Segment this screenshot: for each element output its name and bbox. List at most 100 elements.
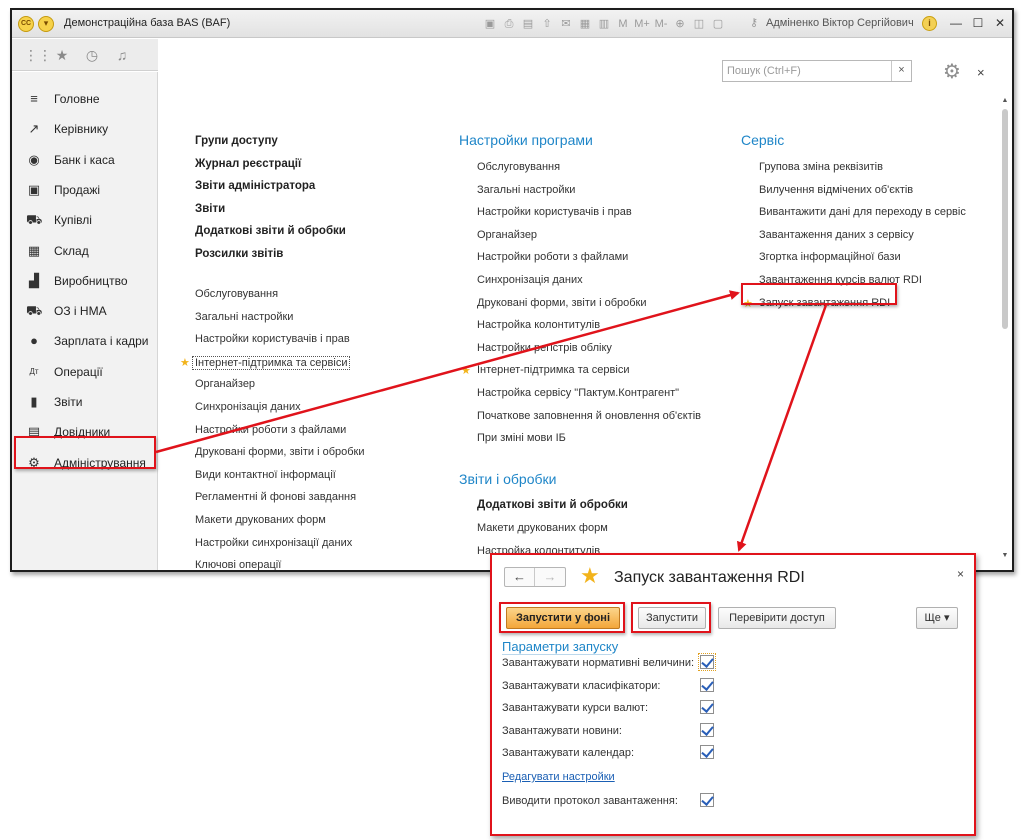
memory-minus-icon[interactable]: M- (653, 16, 669, 32)
link-item[interactable]: Групова зміна реквізитів (759, 161, 883, 173)
link-item[interactable]: Початкове заповнення й оновлення об'єкті… (477, 410, 701, 422)
link-item[interactable]: Настройки регістрів обліку (477, 342, 612, 354)
info-icon[interactable]: i (922, 16, 937, 31)
link-item[interactable]: Згортка інформаційної бази (759, 251, 901, 263)
link-item[interactable]: Ключові операції (195, 559, 281, 570)
favorite-star-icon[interactable]: ★ (580, 565, 600, 587)
maximize-icon[interactable]: ☐ (970, 15, 986, 31)
sidebar-item-salary-hr[interactable]: ● Зарплата і кадри (12, 326, 158, 356)
link-item[interactable]: Друковані форми, звіти і обробки (477, 297, 647, 309)
link-item[interactable]: Звіти (195, 203, 225, 215)
link-item[interactable]: Журнал реєстрації (195, 158, 301, 170)
scroll-thumb[interactable] (1002, 109, 1008, 329)
link-item[interactable]: Обслуговування (195, 288, 278, 300)
save-icon[interactable]: ▣ (482, 16, 498, 32)
sidebar-item-operations[interactable]: Дт Операції (12, 357, 158, 387)
main-menu-icon[interactable]: ▾ (38, 16, 54, 32)
window-close-icon[interactable]: ✕ (992, 15, 1008, 31)
calculator-icon[interactable]: ▦ (577, 16, 593, 32)
link-item[interactable]: При зміні мови ІБ (477, 432, 566, 444)
link-item[interactable]: Вилучення відмічених об'єктів (759, 184, 913, 196)
link-item[interactable]: Розсилки звітів (195, 248, 283, 260)
link-item[interactable]: Настройка сервісу "Пактум.Контрагент" (477, 387, 679, 399)
sidebar-item-warehouse[interactable]: ▦ Склад (12, 236, 158, 266)
history-icon[interactable]: ◷ (84, 47, 100, 63)
memory-m-icon[interactable]: M (615, 16, 631, 32)
scroll-down-icon[interactable]: ▼ (1000, 552, 1010, 562)
sidebar-item-purchases[interactable]: ⛟ Купівлі (12, 205, 158, 235)
link-item[interactable]: Настройка колонтитулів (477, 319, 600, 331)
link-item[interactable]: Органайзер (477, 229, 537, 241)
favorite-star-icon[interactable]: ★ (461, 364, 471, 377)
preview-icon[interactable]: ▤ (520, 16, 536, 32)
info-window-icon[interactable]: ▢ (710, 16, 726, 32)
link-item[interactable]: Настройки роботи з файлами (477, 251, 628, 263)
option-label: Завантажувати курси валют: (502, 702, 649, 715)
option-checkbox[interactable] (700, 677, 714, 692)
dialog-nav: ← → (504, 567, 566, 587)
link-item[interactable]: Загальні настройки (477, 184, 575, 196)
link-item[interactable]: Звіти адміністратора (195, 180, 315, 192)
edit-settings-link[interactable]: Редагувати настройки (502, 771, 615, 783)
link-item[interactable]: Завантаження даних з сервісу (759, 229, 914, 241)
content-scrollbar[interactable]: ▲ ▼ (1000, 97, 1010, 562)
zoom-icon[interactable]: ⊕ (672, 16, 688, 32)
sidebar-item-sales[interactable]: ▣ Продажі (12, 175, 158, 205)
sidebar-item-fixed-assets[interactable]: ⛟ ОЗ і НМА (12, 296, 158, 326)
calendar-icon[interactable]: ▥ (596, 16, 612, 32)
app-logo-icon[interactable]: СС (18, 16, 34, 32)
link-item[interactable]: Інтернет-підтримка та сервіси (192, 355, 351, 370)
scroll-up-icon[interactable]: ▲ (1000, 97, 1010, 107)
option-checkbox[interactable] (700, 700, 714, 715)
link-item[interactable]: Синхронізація даних (477, 274, 583, 286)
sidebar-item-bank-cash[interactable]: ◉ Банк і каса (12, 145, 158, 175)
link-item[interactable]: Настройки користувачів і прав (195, 333, 350, 345)
sidebar-item-reports[interactable]: ▮ Звіти (12, 387, 158, 417)
notifications-bell-icon[interactable]: ♫ (114, 47, 130, 63)
current-user[interactable]: Адміненко Віктор Сергійович (766, 17, 914, 29)
link-item[interactable]: Обслуговування (477, 161, 560, 173)
content-close-icon[interactable]: × (977, 65, 985, 80)
print-icon[interactable]: ⎙ (501, 16, 517, 32)
link-item[interactable]: Групи доступу (195, 135, 278, 147)
link-item[interactable]: Синхронізація даних (195, 401, 301, 413)
link-item[interactable]: Настройки роботи з файлами (195, 424, 346, 436)
link-item[interactable]: Друковані форми, звіти і обробки (195, 446, 365, 458)
link-item[interactable]: Настройки синхронізації даних (195, 537, 352, 549)
option-checkbox[interactable] (700, 745, 714, 760)
log-checkbox[interactable] (700, 793, 714, 807)
user-key-icon[interactable]: ⚷ (750, 16, 764, 30)
link-item[interactable]: Додаткові звіти й обробки (477, 499, 628, 511)
sidebar-item-production[interactable]: ▟ Виробництво (12, 266, 158, 296)
minimize-icon[interactable]: — (948, 15, 964, 31)
link-item[interactable]: Макети друкованих форм (477, 522, 608, 534)
window-icon[interactable]: ◫ (691, 16, 707, 32)
check-access-button[interactable]: Перевірити доступ (718, 607, 836, 629)
favorites-star-icon[interactable]: ★ (54, 47, 70, 63)
search-input[interactable]: Пошук (Ctrl+F) × (722, 60, 912, 82)
link-item[interactable]: Додаткові звіти й обробки (195, 225, 346, 237)
favorite-star-icon[interactable]: ★ (180, 356, 190, 369)
memory-plus-icon[interactable]: M+ (634, 16, 650, 32)
link-item[interactable]: Загальні настройки (195, 311, 293, 323)
forward-arrow-icon[interactable]: → (535, 568, 565, 586)
link-item[interactable]: Регламентні й фонові завдання (195, 491, 356, 503)
sidebar-item-manager[interactable]: ↗ Керівнику (12, 114, 158, 144)
settings-gear-icon[interactable]: ⚙ (940, 60, 964, 84)
sidebar-item-main[interactable]: ≡ Головне (12, 84, 158, 114)
link-item[interactable]: Вивантажити дані для переходу в сервіс (759, 206, 966, 218)
back-arrow-icon[interactable]: ← (505, 568, 535, 586)
upload-icon[interactable]: ⇧ (539, 16, 555, 32)
link-item[interactable]: Інтернет-підтримка та сервіси (477, 364, 629, 376)
option-checkbox[interactable] (700, 722, 714, 737)
apps-grid-icon[interactable]: ⋮⋮ (24, 47, 52, 63)
option-checkbox[interactable] (698, 653, 716, 671)
mail-icon[interactable]: ✉ (558, 16, 574, 32)
more-button[interactable]: Ще ▾ (916, 607, 958, 629)
link-item[interactable]: Органайзер (195, 378, 255, 390)
dialog-close-icon[interactable]: × (957, 567, 964, 581)
link-item[interactable]: Види контактної інформації (195, 469, 336, 481)
search-clear-icon[interactable]: × (891, 61, 911, 81)
link-item[interactable]: Настройки користувачів і прав (477, 206, 632, 218)
link-item[interactable]: Макети друкованих форм (195, 514, 326, 526)
